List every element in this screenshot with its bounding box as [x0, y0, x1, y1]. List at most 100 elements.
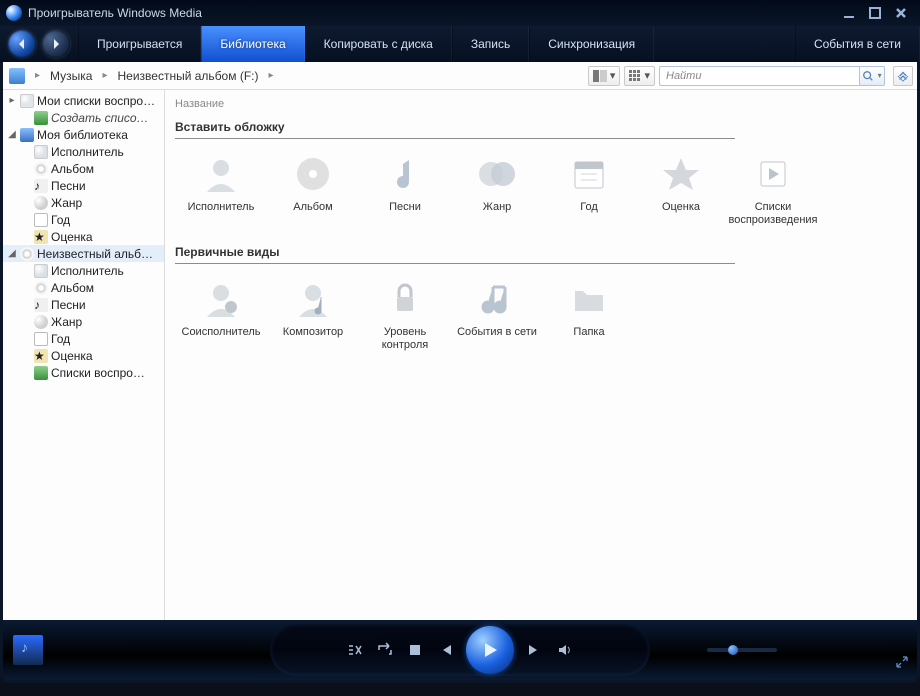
tab-label: События в сети: [814, 37, 901, 51]
minimize-button[interactable]: [836, 3, 862, 23]
tree-artist[interactable]: Исполнитель: [3, 143, 164, 160]
search-input[interactable]: [659, 66, 859, 86]
playlist-icon: [34, 366, 48, 380]
view-options-button[interactable]: ▾: [624, 66, 655, 86]
tree-rating-2[interactable]: ★Оценка: [3, 347, 164, 364]
cd-icon: [20, 247, 34, 261]
shuffle-button[interactable]: [346, 641, 364, 659]
section-primary-title: Первичные виды: [175, 241, 735, 264]
tab-rip[interactable]: Копировать с диска: [305, 26, 452, 62]
volume-thumb[interactable]: [728, 645, 738, 655]
genre-icon: [34, 196, 48, 210]
stack-grid: Исполнитель Альбом Песни Жанр Год Оценка…: [175, 153, 875, 241]
tree-library[interactable]: ◢Моя библиотека: [3, 126, 164, 143]
compact-mode-button[interactable]: [895, 655, 909, 674]
tab-label: Библиотека: [220, 37, 285, 51]
titlebar: Проигрыватель Windows Media: [0, 0, 920, 26]
music-library-icon: [9, 68, 25, 84]
tree-unknown-album[interactable]: ◢Неизвестный альб…: [3, 245, 164, 262]
create-playlist-icon: [34, 111, 48, 125]
now-playing-art-icon[interactable]: [13, 635, 43, 665]
stack-songs[interactable]: Песни: [359, 153, 451, 227]
tree-album[interactable]: Альбом: [3, 160, 164, 177]
album-icon: [34, 281, 48, 295]
album-icon: [34, 162, 48, 176]
breadcrumb-bar: ▸ Музыка ▸ Неизвестный альбом (F:) ▸ ▾ ▾…: [3, 62, 917, 90]
primary-folder[interactable]: Папка: [543, 278, 635, 352]
primary-online-stores[interactable]: События в сети: [451, 278, 543, 352]
breadcrumb-node[interactable]: Неизвестный альбом (F:): [112, 65, 265, 87]
songs-icon: ♪: [34, 298, 48, 312]
tree-playlists-2[interactable]: Списки воспро…: [3, 364, 164, 381]
primary-parental-rating[interactable]: Уровень контроля: [359, 278, 451, 352]
primary-composer[interactable]: Композитор: [267, 278, 359, 352]
close-button[interactable]: [888, 3, 914, 23]
tab-label: Синхронизация: [548, 37, 635, 51]
stack-artist[interactable]: Исполнитель: [175, 153, 267, 227]
rating-icon: ★: [34, 230, 48, 244]
section-stack-title: Вставить обложку: [175, 116, 735, 139]
maximize-button[interactable]: [862, 3, 888, 23]
stack-rating[interactable]: Оценка: [635, 153, 727, 227]
nav-forward-button[interactable]: [42, 30, 70, 58]
year-icon: [34, 213, 48, 227]
volume-slider[interactable]: [707, 648, 777, 652]
primary-contributing-artist[interactable]: Соисполнитель: [175, 278, 267, 352]
genre-icon: [34, 315, 48, 329]
library-icon: [20, 128, 34, 142]
tab-library[interactable]: Библиотека: [201, 26, 304, 62]
nav-back-button[interactable]: [8, 30, 36, 58]
search-box: ▾: [659, 66, 885, 86]
repeat-button[interactable]: [376, 641, 394, 659]
tree-genre[interactable]: Жанр: [3, 194, 164, 211]
layout-toggle-button[interactable]: ▾: [588, 66, 621, 86]
window-title: Проигрыватель Windows Media: [28, 6, 202, 20]
tab-label: Копировать с диска: [324, 37, 433, 51]
tree-album-2[interactable]: Альбом: [3, 279, 164, 296]
player-bar: [3, 620, 917, 680]
tab-label: Проигрывается: [97, 37, 182, 51]
stack-album[interactable]: Альбом: [267, 153, 359, 227]
tree-songs[interactable]: ♪Песни: [3, 177, 164, 194]
prev-button[interactable]: [436, 641, 454, 659]
help-button[interactable]: [893, 66, 913, 86]
tab-burn[interactable]: Запись: [452, 26, 529, 62]
tree-genre-2[interactable]: Жанр: [3, 313, 164, 330]
column-header-title[interactable]: Название: [175, 96, 907, 116]
stop-button[interactable]: [406, 641, 424, 659]
play-button[interactable]: [466, 626, 514, 674]
tab-sync[interactable]: Синхронизация: [529, 26, 654, 62]
tab-now-playing[interactable]: Проигрывается: [78, 26, 201, 62]
mute-button[interactable]: [556, 641, 574, 659]
breadcrumb-root[interactable]: Музыка: [44, 65, 98, 87]
primary-grid: Соисполнитель Композитор Уровень контрол…: [175, 278, 875, 366]
tree-rating[interactable]: ★Оценка: [3, 228, 164, 245]
window-controls: [836, 3, 914, 23]
transport-controls: [346, 626, 574, 674]
rating-icon: ★: [34, 349, 48, 363]
wmp-logo-icon: [6, 5, 22, 21]
tree-year[interactable]: Год: [3, 211, 164, 228]
tab-bar: Проигрывается Библиотека Копировать с ди…: [0, 26, 920, 62]
tree-playlists[interactable]: ▸Мои списки воспро…: [3, 92, 164, 109]
tree-songs-2[interactable]: ♪Песни: [3, 296, 164, 313]
tree-create-playlist[interactable]: Создать списо…: [3, 109, 164, 126]
stack-playlists[interactable]: Списки воспроизведения: [727, 153, 819, 227]
search-button[interactable]: ▾: [859, 66, 885, 86]
content-view: Название Вставить обложку Исполнитель Ал…: [165, 90, 917, 620]
volume-control: [707, 648, 777, 652]
chevron-right-icon: ▸: [268, 70, 273, 81]
songs-icon: ♪: [34, 179, 48, 193]
tab-online-stores[interactable]: События в сети: [795, 26, 920, 62]
stack-year[interactable]: Год: [543, 153, 635, 227]
stack-genre[interactable]: Жанр: [451, 153, 543, 227]
nav-tree: ▸Мои списки воспро… Создать списо… ◢Моя …: [3, 90, 165, 620]
tree-year-2[interactable]: Год: [3, 330, 164, 347]
chevron-right-icon: ▸: [35, 70, 40, 81]
tree-artist-2[interactable]: Исполнитель: [3, 262, 164, 279]
artist-icon: [34, 264, 48, 278]
year-icon: [34, 332, 48, 346]
artist-icon: [34, 145, 48, 159]
next-button[interactable]: [526, 641, 544, 659]
playlist-icon: [20, 94, 34, 108]
